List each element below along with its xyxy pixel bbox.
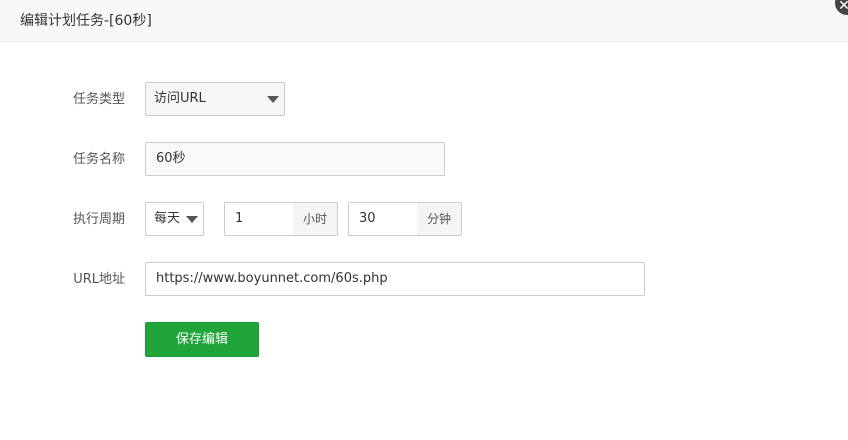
close-icon: ✕ xyxy=(838,0,848,14)
cycle-period-select[interactable]: 每天 xyxy=(145,202,204,236)
url-label: URL地址 xyxy=(73,272,125,287)
task-type-value: 访问URL xyxy=(154,91,206,106)
chevron-down-icon xyxy=(267,96,279,103)
save-button[interactable]: 保存编辑 xyxy=(145,322,259,357)
dialog-title: 编辑计划任务-[60秒] xyxy=(20,13,152,29)
minute-input[interactable]: 30 xyxy=(348,202,418,236)
task-type-select[interactable]: 访问URL xyxy=(145,82,285,116)
task-name-label: 任务名称 xyxy=(72,152,125,167)
task-name-input[interactable]: 60秒 xyxy=(145,142,445,176)
hour-unit-addon: 小时 xyxy=(293,202,338,236)
url-input[interactable]: https://www.boyunnet.com/60s.php xyxy=(145,262,645,296)
edit-task-dialog: 编辑计划任务-[60秒] ✕ 任务类型 访问URL 任务名称 60秒 执行周期 … xyxy=(0,0,848,440)
minute-unit-addon: 分钟 xyxy=(417,202,462,236)
chevron-down-icon xyxy=(186,216,198,223)
task-type-label: 任务类型 xyxy=(72,92,125,107)
hour-input[interactable]: 1 xyxy=(224,202,294,236)
cycle-label: 执行周期 xyxy=(72,212,125,227)
cycle-period-value: 每天 xyxy=(154,211,181,226)
dialog-title-bar: 编辑计划任务-[60秒] xyxy=(0,0,848,42)
